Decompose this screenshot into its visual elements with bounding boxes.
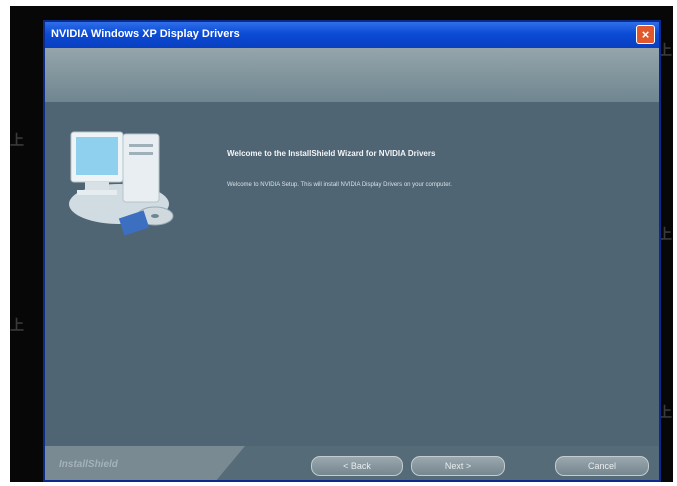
installer-window: NVIDIA Windows XP Display Drivers × Welc… <box>43 20 661 482</box>
installshield-brand: InstallShield <box>59 459 118 470</box>
close-icon[interactable]: × <box>636 25 655 44</box>
background-glyph: 上 <box>10 133 24 149</box>
cancel-button[interactable]: Cancel <box>555 456 649 476</box>
back-button[interactable]: < Back <box>311 456 403 476</box>
button-bar: InstallShield < Back Next > Cancel <box>45 446 659 480</box>
title-bar[interactable]: NVIDIA Windows XP Display Drivers × <box>45 22 659 48</box>
background-glyph: 上 <box>10 318 24 334</box>
header-banner <box>45 48 659 102</box>
window-title: NVIDIA Windows XP Display Drivers <box>51 28 240 40</box>
next-button[interactable]: Next > <box>411 456 505 476</box>
desktop-background: 上 上 上 上 上 NVIDIA Windows XP Display Driv… <box>10 6 673 482</box>
welcome-text: Welcome to NVIDIA Setup. This will insta… <box>227 182 452 188</box>
welcome-heading: Welcome to the InstallShield Wizard for … <box>227 149 436 158</box>
brand-tab: InstallShield <box>45 446 245 480</box>
computer-cd-icon <box>69 131 174 236</box>
